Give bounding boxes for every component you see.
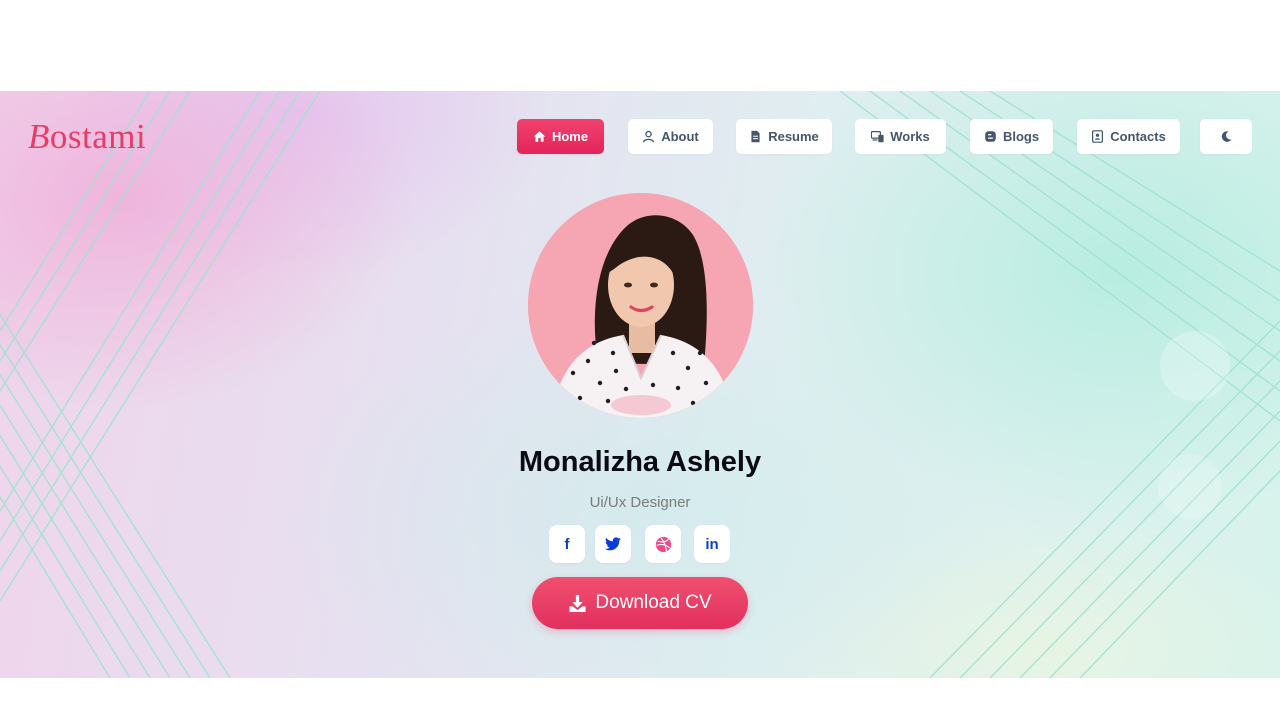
user-icon: [643, 130, 655, 143]
nav-item-label: Blogs: [1002, 129, 1040, 144]
main-nav: Home About Resume Works Blogs Contacts: [0, 119, 1280, 155]
facebook-link[interactable]: f: [549, 525, 585, 563]
nav-item-label: Resume: [768, 129, 819, 144]
profile-name: Monalizha Ashely: [518, 446, 762, 478]
download-cv-button[interactable]: Download CV: [532, 577, 748, 629]
nav-item-resume[interactable]: Resume: [736, 119, 832, 154]
download-icon: [569, 594, 586, 612]
nav-item-label: Works: [890, 129, 930, 144]
theme-toggle-button[interactable]: [1200, 119, 1252, 154]
contact-card-icon: [1092, 130, 1104, 143]
download-cv-label: Download CV: [595, 592, 712, 613]
nav-item-contacts[interactable]: Contacts: [1077, 119, 1180, 154]
profile-role: Ui/Ux Designer: [589, 494, 691, 511]
nav-item-works[interactable]: Works: [855, 119, 946, 154]
hero-section: Bostami Home About Resume Works Blogs Co…: [0, 91, 1280, 678]
dribbble-icon: [655, 536, 671, 552]
profile-avatar: [528, 193, 753, 418]
blog-icon: [985, 131, 996, 142]
nav-item-label: Home: [551, 129, 589, 144]
moon-icon: [1221, 131, 1232, 142]
linkedin-icon: in: [705, 535, 719, 553]
home-icon: [533, 131, 546, 142]
nav-item-about[interactable]: About: [628, 119, 713, 154]
twitter-link[interactable]: [595, 525, 631, 563]
file-icon: [751, 130, 760, 143]
nav-item-blogs[interactable]: Blogs: [970, 119, 1053, 154]
linkedin-link[interactable]: in: [694, 525, 730, 563]
nav-item-label: About: [661, 129, 699, 144]
nav-item-home[interactable]: Home: [517, 119, 604, 154]
nav-item-label: Contacts: [1110, 129, 1166, 144]
dribbble-link[interactable]: [645, 525, 681, 563]
twitter-icon: [605, 537, 621, 551]
devices-icon: [871, 131, 884, 143]
facebook-icon: f: [564, 535, 570, 553]
